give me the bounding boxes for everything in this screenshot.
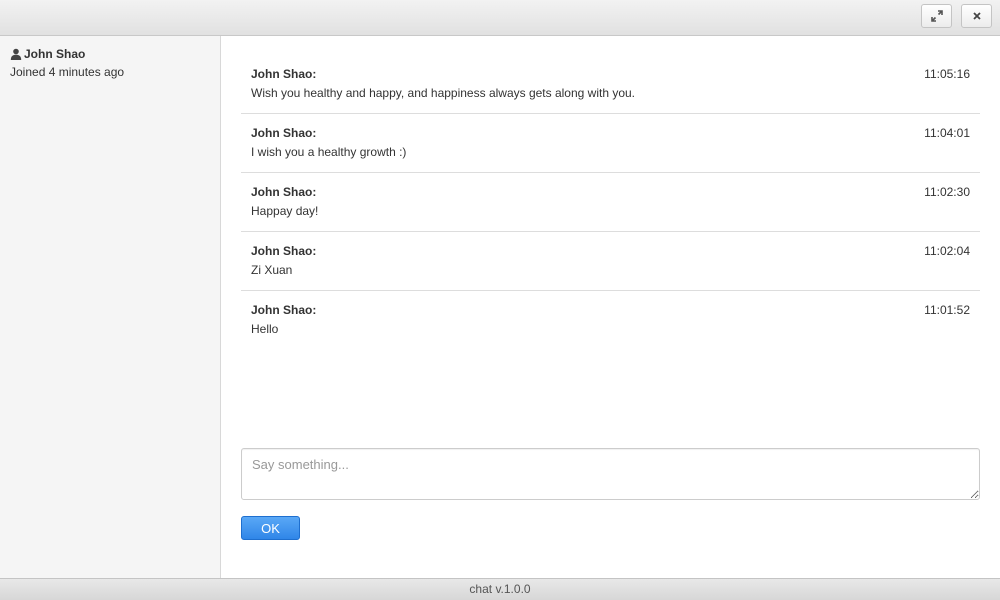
message-item: John Shao: 11:02:30 Happay day! — [241, 173, 980, 232]
message-text: Zi Xuan — [251, 263, 293, 277]
message-item: John Shao: 11:02:04 Zi Xuan — [241, 232, 980, 291]
close-x-icon — [972, 12, 981, 20]
message-author: John Shao: — [251, 126, 317, 140]
message-time: 11:05:16 — [924, 67, 970, 81]
close-button[interactable] — [961, 4, 992, 28]
chat-main: John Shao: 11:05:16 Wish you healthy and… — [221, 36, 1000, 578]
user-list-sidebar: John Shao Joined 4 minutes ago — [0, 36, 221, 578]
user-name: John Shao — [24, 47, 86, 61]
user-join-status: Joined 4 minutes ago — [10, 65, 125, 79]
message-list: John Shao: 11:05:16 Wish you healthy and… — [241, 55, 980, 350]
message-text: Happay day! — [251, 204, 319, 218]
message-author: John Shao: — [251, 185, 317, 199]
message-text: I wish you a healthy growth :) — [251, 145, 407, 159]
message-time: 11:04:01 — [924, 126, 970, 140]
message-time: 11:02:04 — [924, 244, 970, 258]
message-input[interactable] — [241, 448, 980, 500]
message-text: Wish you healthy and happy, and happines… — [251, 86, 636, 100]
message-item: John Shao: 11:05:16 Wish you healthy and… — [241, 55, 980, 114]
user-icon — [10, 48, 22, 60]
message-item: John Shao: 11:01:52 Hello — [241, 291, 980, 350]
message-author: John Shao: — [251, 67, 317, 81]
footer-version: chat v.1.0.0 — [0, 578, 1000, 600]
message-text: Hello — [251, 322, 279, 336]
message-item: John Shao: 11:04:01 I wish you a healthy… — [241, 114, 980, 173]
expand-arrows-icon — [930, 10, 943, 22]
send-button[interactable]: OK — [241, 516, 300, 540]
title-bar — [0, 0, 1000, 36]
message-time: 11:02:30 — [924, 185, 970, 199]
message-author: John Shao: — [251, 303, 317, 317]
user-list-item[interactable]: John Shao Joined 4 minutes ago — [10, 46, 124, 79]
message-author: John Shao: — [251, 244, 317, 258]
message-time: 11:01:52 — [924, 303, 970, 317]
expand-button[interactable] — [921, 4, 952, 28]
